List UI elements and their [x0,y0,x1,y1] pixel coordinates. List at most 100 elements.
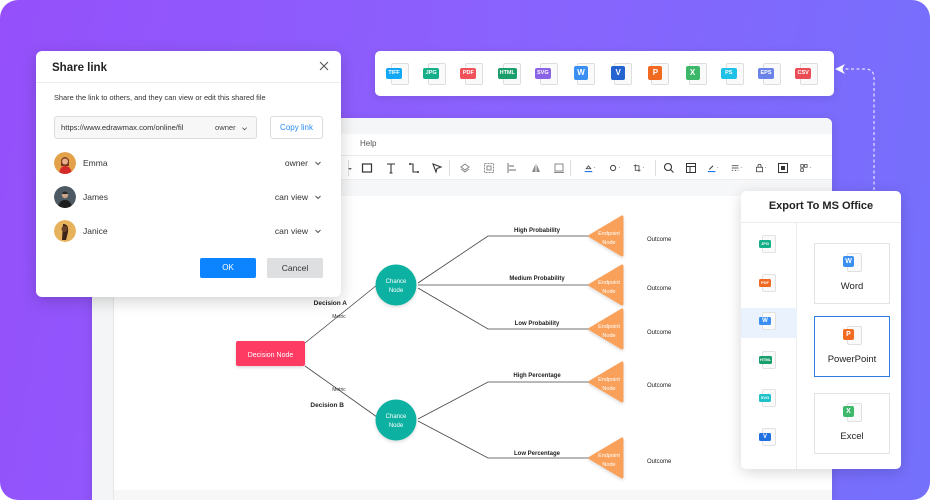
chevron-down-icon [241,126,247,130]
group-icon[interactable] [482,162,496,176]
cancel-button[interactable]: Cancel [267,258,323,278]
menu-help[interactable]: Help [360,139,376,148]
format-eps-icon[interactable]: EPS [758,61,782,87]
format-label: W [574,66,588,80]
decision-node[interactable]: Decision Node [236,341,305,366]
shared-user-row: Janice can view [54,220,324,242]
shared-user-row: Emma owner [54,152,324,174]
link-permission-value: owner [215,123,236,132]
user-role-select[interactable]: can view [275,192,308,202]
link-permission-select[interactable]: owner [215,123,248,132]
avatar [54,220,76,242]
layers-icon[interactable] [458,162,472,176]
endpoint-label: Node [602,333,615,339]
export-format-sidebar: JPG PDF W HTML SVG V [741,223,797,469]
export-option-label: Word [840,281,864,292]
format-pdf-icon[interactable]: PDF [460,61,484,87]
format-label: V [759,432,771,441]
share-link-dialog: Share link Share the link to others, and… [36,51,341,297]
format-label: PDF [759,278,771,287]
share-description: Share the link to others, and they can v… [54,93,266,102]
word-icon: W [843,256,854,267]
endpoint-label: Endpoint [598,280,620,286]
user-role-select[interactable]: can view [275,226,308,236]
chance-node[interactable]: Chance Node [375,399,417,441]
dropdown-caret-icon[interactable] [344,162,352,176]
chevron-down-icon[interactable] [314,193,322,201]
shape-style-icon[interactable] [606,162,624,176]
user-name: James [83,192,109,202]
divider [36,82,341,83]
format-x-icon[interactable]: X [684,61,708,87]
user-name: Emma [83,158,108,168]
export-option-powerpoint[interactable]: P PowerPoint [814,316,890,377]
format-html-icon[interactable]: HTML [497,61,522,87]
endpoint-label: Node [602,462,615,468]
export-sidebar-html[interactable]: HTML [741,347,797,377]
endpoint-label: Endpoint [598,453,620,459]
export-option-word[interactable]: W Word [814,243,890,304]
crop-icon[interactable] [630,162,648,176]
export-sidebar-jpg[interactable]: JPG [741,231,797,261]
user-name: Janice [83,226,108,236]
export-sidebar-svg[interactable]: SVG [741,385,797,415]
chance-node-label: Node [389,423,404,429]
export-sidebar-w[interactable]: W [741,308,797,338]
chevron-down-icon[interactable] [314,159,322,167]
panel-title: Export To MS Office [768,200,874,212]
format-jpg-icon[interactable]: JPG [423,61,447,87]
format-label: SVG [759,394,771,402]
toolbar-separator [570,160,571,176]
export-option-excel[interactable]: X Excel [814,393,890,454]
format-label: HTML [759,355,773,364]
line-style-icon[interactable] [728,162,746,176]
format-w-icon[interactable]: W [572,61,596,87]
format-csv-icon[interactable]: CSV [795,61,819,87]
frame-icon[interactable] [552,162,566,176]
fit-icon[interactable] [776,162,790,176]
export-ms-office-panel: Export To MS Office JPG PDF W HTML SVG V W Wor… [741,191,901,469]
canvas-bottom-strip [114,490,832,500]
share-link-input[interactable]: https://www.edrawmax.com/online/fil owne… [54,116,257,139]
export-option-label: Excel [840,431,864,442]
chance-node-label: Chance [386,414,407,420]
endpoint-label: Endpoint [598,377,620,383]
flip-icon[interactable] [529,162,543,176]
format-svg-icon[interactable]: SVG [534,61,559,87]
outcome-label: Outcome [647,459,672,465]
format-label: HTML [497,68,517,79]
text-icon[interactable] [384,162,398,176]
fill-color-icon[interactable] [581,162,599,176]
export-sidebar-pdf[interactable]: PDF [741,270,797,300]
format-v-icon[interactable]: V [609,61,633,87]
more-icon[interactable] [797,162,815,176]
chevron-down-icon[interactable] [314,227,322,235]
lock-icon[interactable] [752,162,770,176]
data-icon[interactable] [684,162,698,176]
connector-icon[interactable] [407,162,421,176]
chance-node[interactable]: Chance Node [375,264,417,306]
format-ps-icon[interactable]: PS [720,61,745,87]
align-icon[interactable] [505,162,519,176]
metric-label: Metric [332,387,346,393]
rectangle-icon[interactable] [360,162,374,176]
chance-node-label: Node [389,288,404,294]
user-role-select[interactable]: owner [285,158,308,168]
export-sidebar-v[interactable]: V [741,424,797,454]
outcome-label: Outcome [647,237,672,243]
share-link-url[interactable]: https://www.edrawmax.com/online/fil [61,123,203,132]
search-icon[interactable] [662,162,676,176]
format-tiff-icon[interactable]: TIFF [386,61,410,87]
close-icon[interactable] [317,59,331,73]
copy-link-button[interactable]: Copy link [270,116,323,139]
select-pointer-icon[interactable] [430,162,444,176]
shared-user-row: James can view [54,186,324,208]
probability-label: High Probability [514,228,561,234]
avatar [54,186,76,208]
chance-node-label: Chance [386,279,407,285]
ok-button[interactable]: OK [200,258,256,278]
format-label: EPS [758,68,774,79]
endpoint-label: Node [602,289,615,295]
line-color-icon[interactable] [704,162,722,176]
format-p-icon[interactable]: P [646,61,670,87]
